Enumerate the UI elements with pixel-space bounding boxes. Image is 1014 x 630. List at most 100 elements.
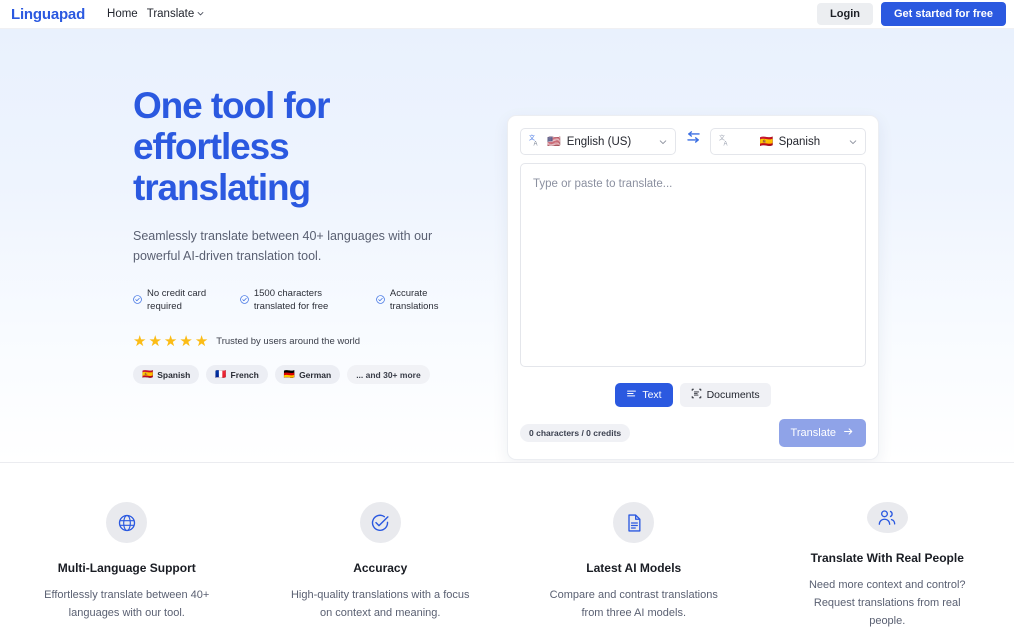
benefit-item: Accurate translations <box>376 288 473 313</box>
benefit-line-1: No credit card <box>147 288 206 299</box>
document-scan-icon <box>691 388 702 402</box>
language-pill-label: Spanish <box>157 370 190 380</box>
feature-card-real-people: Translate With Real People Need more con… <box>761 463 1014 630</box>
check-circle-icon <box>240 291 249 309</box>
language-pill-german[interactable]: 🇩🇪 German <box>275 365 340 384</box>
rating-row: ★ ★ ★ ★ ★ Trusted by users around the wo… <box>133 334 473 349</box>
chevron-down-icon <box>659 133 667 151</box>
nav-item-translate-label: Translate <box>147 8 195 20</box>
headline-line-3: translating <box>133 167 310 208</box>
feature-title: Latest AI Models <box>586 561 681 575</box>
language-pill-french[interactable]: 🇫🇷 French <box>206 365 268 384</box>
character-credit-counter: 0 characters / 0 credits <box>520 424 630 442</box>
star-icon: ★ <box>179 334 192 349</box>
login-button[interactable]: Login <box>817 3 873 25</box>
translator-footer: 0 characters / 0 credits Translate <box>508 419 878 447</box>
hero-subtitle: Seamlessly translate between 40+ languag… <box>133 226 433 266</box>
arrow-right-icon <box>843 426 854 440</box>
star-icon: ★ <box>195 334 208 349</box>
input-mode-toggle: Text Documents <box>508 383 878 407</box>
source-text-input[interactable] <box>520 163 866 367</box>
site-header: Linguapad Home Translate Login Get start… <box>0 0 1014 29</box>
hero-section: One tool for effortless translating Seam… <box>0 29 1014 462</box>
benefit-label: Accurate translations <box>390 288 439 313</box>
feature-card-accuracy: Accuracy High-quality translations with … <box>254 463 508 630</box>
mode-text-button[interactable]: Text <box>615 383 672 407</box>
svg-text:A: A <box>724 141 728 146</box>
source-text-area-wrap <box>508 155 878 372</box>
star-icon: ★ <box>133 334 146 349</box>
document-icon <box>613 502 654 543</box>
source-language-select[interactable]: 文A 🇺🇸 English (US) <box>520 128 676 155</box>
feature-title: Accuracy <box>353 561 407 575</box>
hero-copy: One tool for effortless translating Seam… <box>133 85 473 384</box>
target-language-value: 🇪🇸 Spanish <box>737 135 843 148</box>
feature-card-ai-models: Latest AI Models Compare and contrast tr… <box>507 463 761 630</box>
main-nav: Home Translate <box>107 8 204 20</box>
people-icon <box>867 502 908 533</box>
flag-icon-es: 🇪🇸 <box>142 369 153 380</box>
svg-text:A: A <box>534 141 538 146</box>
feature-description: Compare and contrast translations from t… <box>541 586 726 622</box>
get-started-button[interactable]: Get started for free <box>881 2 1006 26</box>
check-circle-icon <box>376 291 385 309</box>
language-pill-list: 🇪🇸 Spanish 🇫🇷 French 🇩🇪 German ... and 3… <box>133 365 473 384</box>
language-pill-more[interactable]: ... and 30+ more <box>347 365 430 384</box>
check-circle-icon <box>360 502 401 543</box>
nav-item-home[interactable]: Home <box>107 8 138 20</box>
benefit-line-2: translations <box>390 301 439 312</box>
brand-logo[interactable]: Linguapad <box>11 6 85 23</box>
mode-documents-label: Documents <box>707 389 760 401</box>
translate-icon: 文A <box>529 133 541 151</box>
check-circle-icon <box>133 291 142 309</box>
flag-icon-us: 🇺🇸 <box>547 135 561 148</box>
text-lines-icon <box>626 388 637 402</box>
language-pill-label: German <box>299 370 331 380</box>
benefits-list: No credit card required 1500 characters … <box>133 288 473 313</box>
feature-description: Need more context and control? Request t… <box>795 576 980 630</box>
language-selector-bar: 文A 🇺🇸 English (US) <box>508 116 878 155</box>
translator-card: 文A 🇺🇸 English (US) <box>507 115 879 460</box>
language-pill-label: French <box>231 370 259 380</box>
swap-horizontal-icon <box>685 131 702 153</box>
flag-icon-fr: 🇫🇷 <box>215 369 226 380</box>
source-language-label: English (US) <box>567 136 632 148</box>
feature-description: High-quality translations with a focus o… <box>288 586 473 622</box>
benefit-line-1: 1500 characters <box>254 288 322 299</box>
page-title: One tool for effortless translating <box>133 85 473 208</box>
star-icon: ★ <box>148 334 161 349</box>
language-pill-label: ... and 30+ more <box>356 370 421 380</box>
feature-description: Effortlessly translate between 40+ langu… <box>34 586 219 622</box>
features-section: Multi-Language Support Effortlessly tran… <box>0 463 1014 630</box>
translate-button-label: Translate <box>791 427 836 439</box>
benefit-label: No credit card required <box>147 288 206 313</box>
headline-line-1: One tool for <box>133 85 329 126</box>
benefit-line-2: translated for free <box>254 301 328 312</box>
mode-text-label: Text <box>642 389 661 401</box>
trust-text: Trusted by users around the world <box>216 336 360 347</box>
feature-title: Translate With Real People <box>811 551 964 565</box>
star-rating: ★ ★ ★ ★ ★ <box>133 334 208 349</box>
nav-item-translate[interactable]: Translate <box>147 8 205 20</box>
header-actions: Login Get started for free <box>817 2 1006 26</box>
page-root: Linguapad Home Translate Login Get start… <box>0 0 1014 630</box>
flag-icon-es: 🇪🇸 <box>760 135 774 148</box>
benefit-item: 1500 characters translated for free <box>240 288 376 313</box>
target-language-select[interactable]: 文A 🇪🇸 Spanish <box>710 128 866 155</box>
feature-title: Multi-Language Support <box>58 561 196 575</box>
globe-icon <box>106 502 147 543</box>
mode-documents-button[interactable]: Documents <box>680 383 771 407</box>
translate-icon: 文A <box>719 133 731 151</box>
translate-button[interactable]: Translate <box>779 419 866 447</box>
star-icon: ★ <box>164 334 177 349</box>
headline-line-2: effortless <box>133 126 289 167</box>
benefit-item: No credit card required <box>133 288 240 313</box>
flag-icon-de: 🇩🇪 <box>284 369 295 380</box>
benefit-line-1: Accurate <box>390 288 428 299</box>
feature-card-multi-language: Multi-Language Support Effortlessly tran… <box>0 463 254 630</box>
benefit-line-2: required <box>147 301 182 312</box>
language-pill-spanish[interactable]: 🇪🇸 Spanish <box>133 365 199 384</box>
chevron-down-icon <box>849 133 857 151</box>
chevron-down-icon <box>197 10 204 17</box>
swap-languages-button[interactable] <box>676 131 710 153</box>
